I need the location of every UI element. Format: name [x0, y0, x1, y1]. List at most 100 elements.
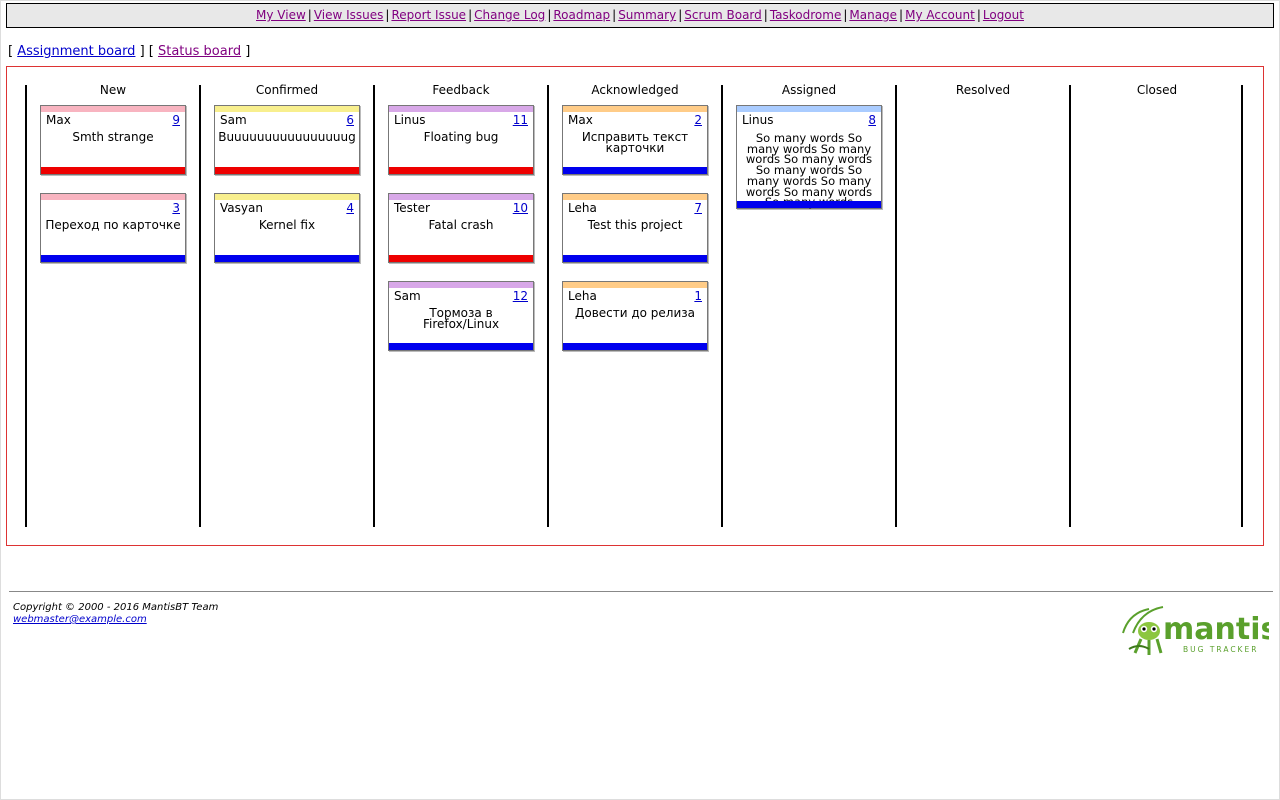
card-summary: Переход по карточке [45, 218, 181, 232]
card-summary: Исправить текст карточки [581, 130, 689, 155]
card-status-bar [737, 106, 881, 112]
card-priority-bar [41, 255, 185, 262]
card-priority-bar [563, 255, 707, 262]
column-closed: Closed [1069, 83, 1243, 527]
card-priority-bar [389, 167, 533, 174]
column-assigned: Assigned Linus 8 So many words So many word… [721, 83, 895, 527]
issue-card[interactable]: Linus 11 Floating bug [388, 105, 534, 175]
card-summary: So many words So many words So many word… [745, 131, 873, 208]
bracket-mid: ] [ [135, 44, 158, 59]
copyright-text: Copyright © 2000 - 2016 MantisBT Team [13, 602, 219, 613]
column-confirmed: Confirmed Sam 6 Buuuuuuuuuuuuuuuug Vasyan 4 Ke… [199, 83, 373, 527]
mantis-logo-icon: mantis BUG TRACKER [1122, 606, 1278, 655]
card-issue-id-link[interactable]: 12 [513, 289, 528, 303]
menu-link-view-issues[interactable]: View Issues [314, 8, 384, 22]
column-title: Confirmed [255, 83, 319, 97]
card-summary: Buuuuuuuuuuuuuuuug [218, 130, 356, 144]
menu-separator: | [385, 8, 390, 22]
menu-separator: | [763, 8, 768, 22]
card-issue-id-link[interactable]: 6 [346, 113, 354, 127]
card-priority-bar [563, 343, 707, 350]
card-issue-id-link[interactable]: 11 [513, 113, 528, 127]
card-issue-id-link[interactable]: 1 [694, 289, 702, 303]
card-assignee: Sam [394, 289, 421, 303]
card-issue-id-link[interactable]: 3 [172, 201, 180, 215]
card-priority-bar [737, 201, 881, 208]
card-status-bar [41, 194, 185, 200]
issue-card[interactable]: Leha 1 Довести до релиза [562, 281, 708, 351]
menu-link-taskodrome[interactable]: Taskodrome [770, 8, 842, 22]
menu-separator: | [976, 8, 981, 22]
footer-divider [9, 591, 1273, 592]
card-priority-bar [389, 255, 533, 262]
card-summary: Kernel fix [258, 218, 316, 232]
issue-card[interactable]: Max 9 Smth strange [40, 105, 186, 175]
column-acknowledged: Acknowledged Max 2 Исправить текст карточки… [547, 83, 721, 527]
webmaster-email-link[interactable]: webmaster@example.com [13, 614, 147, 625]
card-summary: Floating bug [423, 130, 499, 144]
menu-separator: | [612, 8, 617, 22]
card-issue-id-link[interactable]: 9 [172, 113, 180, 127]
card-summary: Тормоза в Firefox/Linux [422, 306, 500, 331]
issue-card[interactable]: Leha 7 Test this project [562, 193, 708, 263]
card-issue-id-link[interactable]: 4 [346, 201, 354, 215]
card-priority-bar [215, 255, 359, 262]
issue-card[interactable]: 3 Переход по карточке [40, 193, 186, 263]
card-priority-bar [41, 167, 185, 174]
status-board-link[interactable]: Status board [158, 44, 241, 59]
menu-link-summary[interactable]: Summary [618, 8, 676, 22]
card-status-bar [563, 282, 707, 288]
issue-card[interactable]: Sam 12 Тормоза в Firefox/Linux [388, 281, 534, 351]
menu-link-my-account[interactable]: My Account [905, 8, 975, 22]
card-assignee: Max [46, 113, 71, 127]
menu-link-logout[interactable]: Logout [983, 8, 1024, 22]
main-menu: My View | View Issues | Report Issue | Change … [6, 3, 1274, 28]
board-switcher: [ Assignment board ] [ Status board ] [8, 43, 250, 61]
card-assignee: Linus [394, 113, 426, 127]
menu-link-scrum-board[interactable]: Scrum Board [684, 8, 762, 22]
card-issue-id-link[interactable]: 2 [694, 113, 702, 127]
card-status-bar [389, 194, 533, 200]
menu-separator: | [678, 8, 683, 22]
footer-copyright: Copyright © 2000 - 2016 MantisBT Team we… [13, 602, 218, 626]
card-priority-bar [389, 343, 533, 350]
logo-subtitle: BUG TRACKER [1183, 645, 1258, 654]
issue-card[interactable]: Max 2 Исправить текст карточки [562, 105, 708, 175]
bracket-close: ] [241, 44, 251, 59]
menu-separator: | [307, 8, 312, 22]
menu-separator: | [899, 8, 904, 22]
card-summary: Test this project [587, 218, 683, 232]
menu-separator: | [843, 8, 848, 22]
menu-link-my-view[interactable]: My View [256, 8, 306, 22]
menu-separator: | [468, 8, 473, 22]
card-summary: Довести до релиза [574, 306, 696, 320]
menu-separator: | [547, 8, 552, 22]
card-issue-id-link[interactable]: 7 [694, 201, 702, 215]
assignment-board-link[interactable]: Assignment board [17, 44, 135, 59]
column-feedback: Feedback Linus 11 Floating bug Tester 10 Fatal… [373, 83, 547, 527]
column-title: New [99, 83, 127, 97]
card-summary: Fatal crash [428, 218, 494, 232]
card-issue-id-link[interactable]: 8 [868, 113, 876, 127]
column-title: Acknowledged [591, 83, 679, 97]
card-issue-id-link[interactable]: 10 [513, 201, 528, 215]
menu-link-manage[interactable]: Manage [849, 8, 897, 22]
menu-link-roadmap[interactable]: Roadmap [553, 8, 610, 22]
column-resolved: Resolved [895, 83, 1069, 527]
card-status-bar [215, 194, 359, 200]
issue-card[interactable]: Tester 10 Fatal crash [388, 193, 534, 263]
card-status-bar [389, 106, 533, 112]
menu-link-change-log[interactable]: Change Log [474, 8, 545, 22]
issue-card[interactable]: Sam 6 Buuuuuuuuuuuuuuuug [214, 105, 360, 175]
card-assignee: Vasyan [220, 201, 263, 215]
issue-card[interactable]: Vasyan 4 Kernel fix [214, 193, 360, 263]
issue-card[interactable]: Linus 8 So many words So many words So man… [736, 105, 882, 209]
card-assignee: Tester [394, 201, 430, 215]
card-assignee: Linus [742, 113, 774, 127]
mantis-logo[interactable]: mantis BUG TRACKER [1119, 603, 1278, 658]
column-title: Feedback [432, 83, 490, 97]
column-title: Assigned [781, 83, 837, 97]
card-priority-bar [563, 167, 707, 174]
status-board: New Max 9 Smth strange 3 Переход по карточке C… [6, 66, 1264, 546]
menu-link-report-issue[interactable]: Report Issue [391, 8, 466, 22]
